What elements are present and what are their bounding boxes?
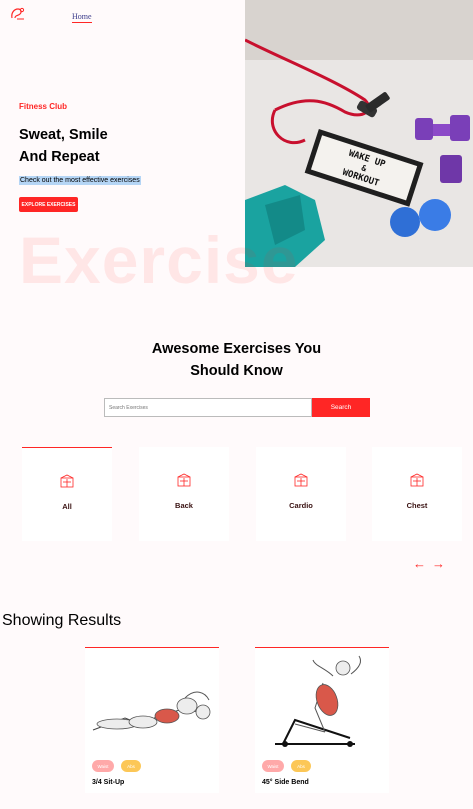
hero-title-line: And Repeat [19, 149, 100, 165]
hero-title-line: Sweat, Smile [19, 127, 108, 143]
exercise-card[interactable]: Waist Abs 3/4 Sit-Up [85, 647, 219, 793]
search-input[interactable] [104, 398, 312, 417]
exercise-image [85, 648, 219, 756]
exercise-card[interactable]: Waist Abs 45° Side Bend [255, 647, 389, 793]
exercise-name: 45° Side Bend [262, 779, 309, 786]
gym-icon [177, 473, 191, 487]
gym-icon [294, 473, 308, 487]
category-label: Back [175, 501, 193, 510]
hero-subtitle: Check out the most effective exercises [19, 176, 141, 185]
search-button[interactable]: Search [312, 398, 370, 417]
explore-exercises-button[interactable]: EXPLORE EXERCISES [19, 197, 78, 212]
arrow-right-icon[interactable]: → [432, 556, 445, 571]
body-part-badge: Waist [262, 760, 284, 772]
logo-icon[interactable] [9, 6, 27, 22]
gym-icon [410, 473, 424, 487]
body-part-badge: Waist [92, 760, 114, 772]
target-badge: Abs [121, 760, 141, 772]
hero-banner-image: WAKE UP & WORKOUT [245, 0, 473, 267]
exercise-image [255, 648, 389, 756]
results-title: Showing Results [2, 612, 122, 629]
nav-home-link[interactable]: Home [72, 12, 92, 23]
arrow-left-icon[interactable]: ← [413, 556, 426, 571]
category-label: Chest [406, 501, 428, 510]
target-badge: Abs [291, 760, 311, 772]
search-title-line: Should Know [190, 363, 283, 379]
category-card-cardio[interactable]: Cardio [256, 447, 346, 541]
exercise-name: 3/4 Sit-Up [92, 779, 125, 786]
category-label: Cardio [289, 501, 313, 510]
hero-tagline: Fitness Club [19, 102, 68, 111]
hero-title: Sweat, Smile And Repeat [19, 124, 179, 168]
search-section-title: Awesome Exercises You Should Know [0, 338, 473, 382]
search-title-line: Awesome Exercises You [151, 341, 322, 357]
gym-icon [60, 474, 74, 488]
category-label: All [62, 502, 72, 511]
category-card-all[interactable]: All [22, 447, 112, 541]
category-card-chest[interactable]: Chest [372, 447, 462, 541]
category-card-back[interactable]: Back [139, 447, 229, 541]
